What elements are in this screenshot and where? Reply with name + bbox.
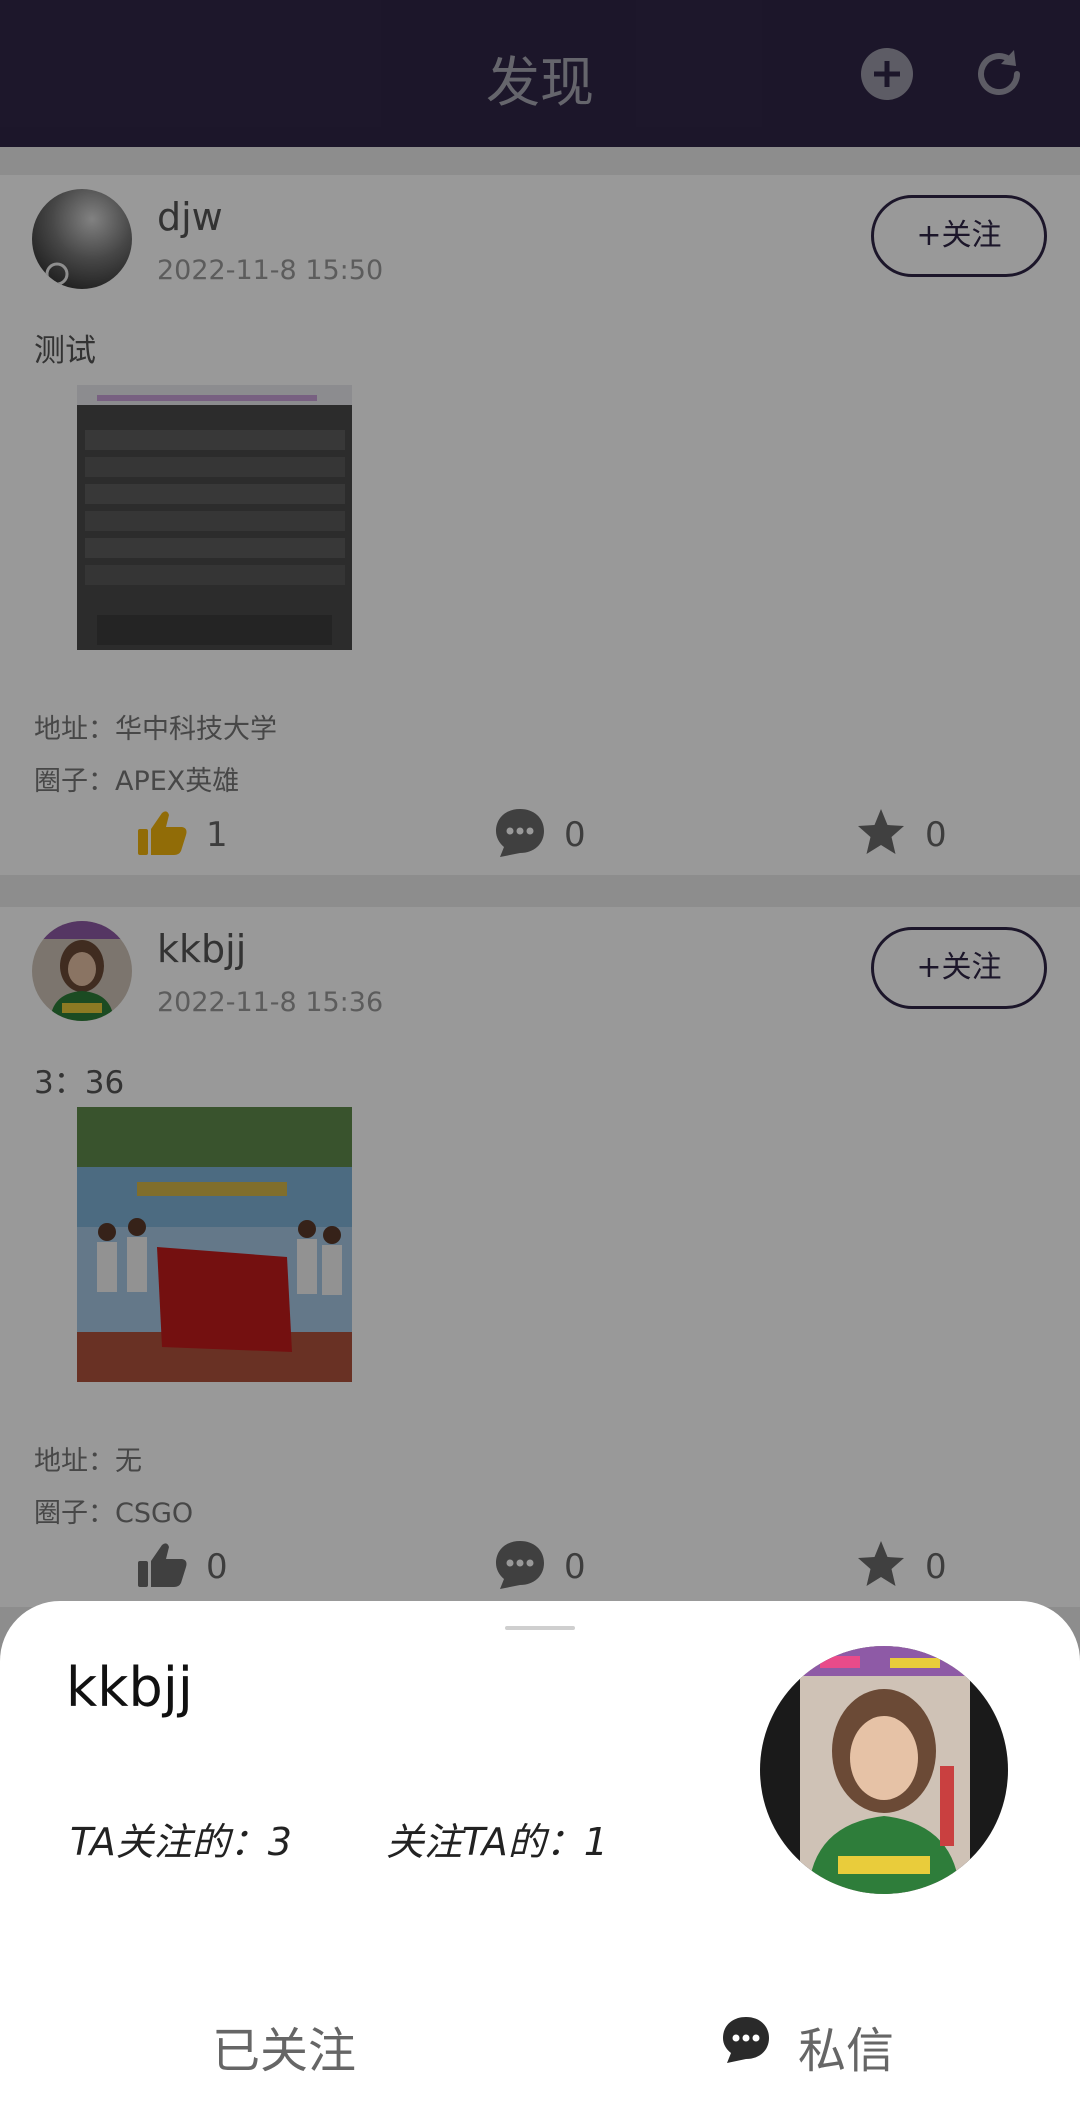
discover-screen: 发现 djw 2022-11-8 15:50 +关注 测试 地址：华中科技大学 … <box>0 0 1080 2114</box>
user-profile-sheet: kkbjj TA关注的：3 关注TA的：1 已关注 私信 <box>0 1601 1080 2114</box>
followers-count[interactable]: 关注TA的：1 <box>386 1811 608 1866</box>
followed-button[interactable]: 已关注 <box>212 2011 356 2081</box>
sheet-drag-handle[interactable] <box>505 1626 575 1630</box>
chat-bubble-icon <box>720 2014 798 2078</box>
profile-username: kkbjj <box>66 1656 193 1719</box>
message-label: 私信 <box>798 2023 895 2079</box>
profile-avatar <box>760 1646 1008 1894</box>
following-count[interactable]: TA关注的：3 <box>70 1811 292 1866</box>
message-button[interactable]: 私信 <box>720 2011 894 2081</box>
